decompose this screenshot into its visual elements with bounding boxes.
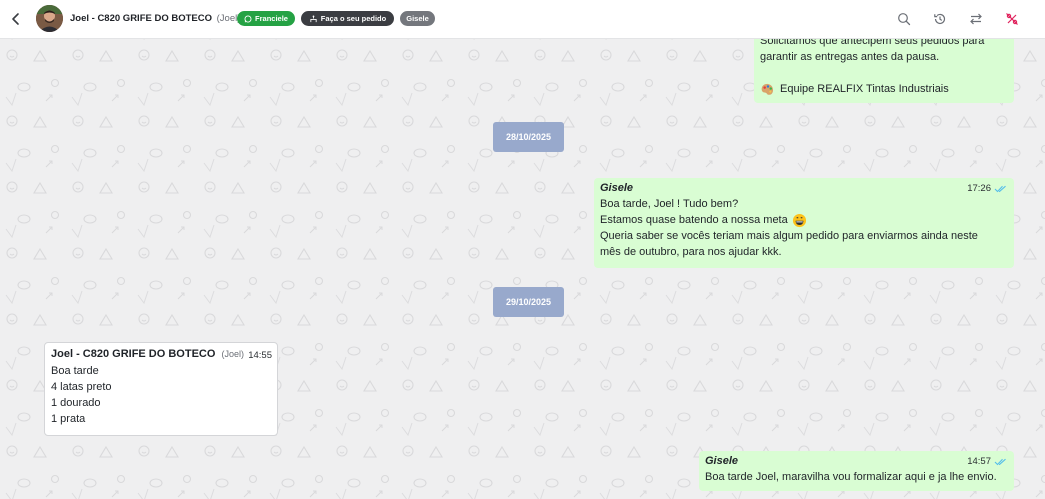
- agent-chip-label: Franciele: [255, 14, 288, 23]
- message-text-line: Boa tarde: [51, 365, 99, 377]
- whatsapp-icon: [244, 15, 252, 22]
- flow-icon: [310, 14, 317, 22]
- message-bubble-outgoing[interactable]: Solicitamos que antecipem seus pedidos p…: [754, 39, 1014, 103]
- chat-area[interactable]: Solicitamos que antecipem seus pedidos p…: [0, 39, 1045, 499]
- message-sender: Gisele: [705, 455, 739, 467]
- search-icon[interactable]: [895, 10, 913, 28]
- message-time: 14:57: [967, 454, 1007, 470]
- read-ticks-icon: [994, 185, 1006, 193]
- message-text-line: 1 prata: [51, 413, 86, 425]
- message-text-line: mês de outubro, para nos ajudar kkk.: [600, 246, 782, 258]
- message-text-line: Solicitamos que antecipem seus pedidos p…: [760, 39, 985, 47]
- message-text-line: Boa tarde, Joel ! Tudo bem?: [600, 198, 739, 210]
- message-sender: Gisele: [600, 182, 634, 194]
- message-text-line: Queria saber se vocês teriam mais algum …: [600, 230, 978, 242]
- avatar[interactable]: [36, 5, 63, 32]
- order-chip[interactable]: Faça o seu pedido: [301, 11, 394, 26]
- message-signature: Equipe REALFIX Tintas Industriais: [760, 81, 949, 97]
- date-separator: 29/10/2025: [493, 287, 564, 317]
- signature-text: Equipe REALFIX Tintas Industriais: [780, 83, 949, 95]
- agent-chip[interactable]: Franciele: [237, 11, 295, 26]
- contact-name-text: Joel - C820 GRIFE DO BOTECO: [70, 13, 212, 24]
- user-chip[interactable]: Gisele: [400, 11, 435, 26]
- message-sender-nick: (Joel): [221, 349, 244, 359]
- message-text-line: 4 latas preto: [51, 381, 112, 393]
- contact-name[interactable]: Joel - C820 GRIFE DO BOTECO (Joel): [70, 13, 240, 24]
- message-text-line: garantir as entregas antes da pausa.: [760, 51, 940, 63]
- palette-icon: [761, 83, 774, 95]
- message-time: 14:55: [248, 350, 272, 361]
- percent-off-icon[interactable]: [1003, 10, 1021, 28]
- date-separator: 28/10/2025: [493, 122, 564, 152]
- chat-header: Joel - C820 GRIFE DO BOTECO (Joel) Franc…: [0, 0, 1045, 39]
- back-arrow-icon[interactable]: [6, 9, 26, 29]
- transfer-icon[interactable]: [967, 10, 985, 28]
- user-chip-label: Gisele: [406, 14, 429, 23]
- message-text-line-emoji: Estamos quase batendo a nossa meta: [600, 212, 807, 228]
- message-sender-row: Joel - C820 GRIFE DO BOTECO (Joel): [51, 346, 244, 362]
- message-text-line: 1 dourado: [51, 397, 101, 409]
- message-text-line: Boa tarde Joel, maravilha vou formalizar…: [705, 471, 997, 483]
- message-time: 17:26: [967, 181, 1007, 197]
- order-chip-label: Faça o seu pedido: [320, 14, 387, 23]
- history-icon[interactable]: [931, 10, 949, 28]
- message-time-text: 14:57: [967, 456, 991, 467]
- message-bubble-incoming[interactable]: Joel - C820 GRIFE DO BOTECO (Joel) 14:55…: [44, 342, 278, 436]
- grinning-face-emoji-icon: [792, 213, 806, 227]
- message-time-text: 17:26: [967, 183, 991, 194]
- message-bubble-outgoing[interactable]: Gisele 14:57 Boa tarde Joel, maravilha v…: [699, 451, 1014, 491]
- read-ticks-icon: [994, 458, 1006, 466]
- message-bubble-outgoing[interactable]: Gisele 17:26 Boa tarde, Joel ! Tudo bem?…: [594, 178, 1014, 268]
- message-text: Estamos quase batendo a nossa meta: [600, 214, 788, 226]
- message-sender: Joel - C820 GRIFE DO BOTECO: [51, 348, 216, 360]
